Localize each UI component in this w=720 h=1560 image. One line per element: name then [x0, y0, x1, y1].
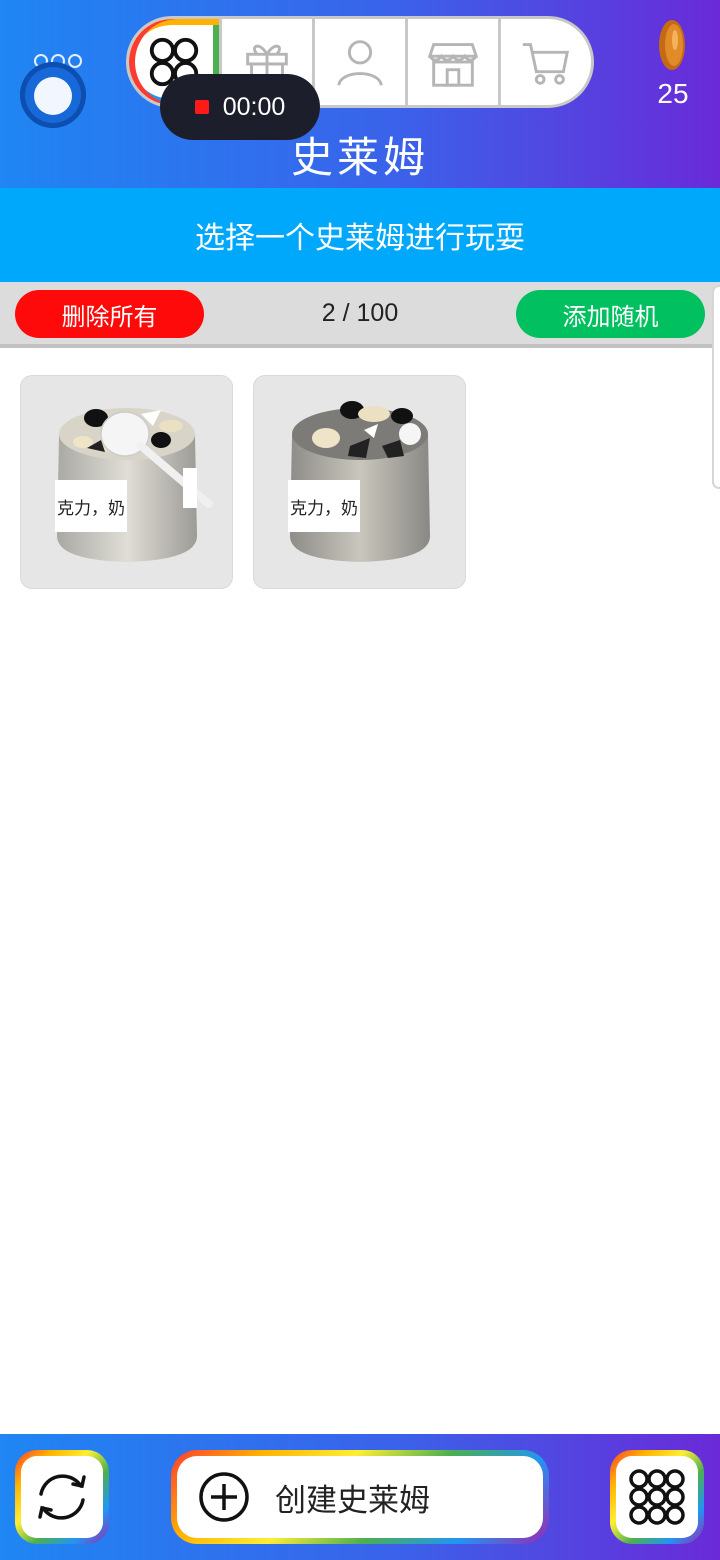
slime-jar-image: [290, 401, 430, 562]
cart-icon: [522, 43, 570, 85]
slime-jar-label: 克力，奶: [288, 480, 360, 532]
add-random-button[interactable]: 添加随机: [516, 290, 705, 338]
menu-button[interactable]: [20, 50, 88, 130]
refresh-icon: [38, 1474, 86, 1520]
record-time: 00:00: [222, 92, 286, 121]
store-icon: [427, 43, 479, 87]
tab-cart[interactable]: [498, 19, 591, 105]
coin-icon: [659, 20, 685, 70]
record-dot-icon: [194, 100, 209, 114]
side-drawer-handle[interactable]: [712, 285, 720, 489]
screen-record-indicator[interactable]: 00:00: [160, 74, 320, 140]
app-header: 25 史莱姆 00:00: [0, 0, 720, 188]
user-icon: [337, 40, 383, 86]
slime-count: 2 / 100: [321, 299, 399, 327]
instruction-text: 选择一个史莱姆进行玩耍: [195, 221, 525, 256]
coin-count: 25: [657, 78, 689, 109]
action-bar: 删除所有 2 / 100 添加随机: [0, 282, 720, 348]
create-slime-label: 创建史莱姆: [275, 1482, 430, 1519]
plus-circle-icon: [199, 1472, 249, 1522]
bottom-toolbar: 创建史莱姆: [0, 1434, 720, 1560]
menu-knob-icon: [20, 62, 86, 128]
nine-circles-icon: [629, 1469, 685, 1525]
instruction-banner: 选择一个史莱姆进行玩耍: [0, 188, 720, 282]
refresh-button[interactable]: [15, 1450, 109, 1544]
delete-all-button[interactable]: 删除所有: [15, 290, 204, 338]
slime-card[interactable]: 克力，奶: [20, 375, 233, 589]
slime-jar-image: [57, 408, 213, 562]
slime-card[interactable]: 克力，奶: [253, 375, 466, 589]
page-title: 史莱姆: [290, 133, 429, 182]
tab-shop[interactable]: [405, 19, 498, 105]
slime-jar-label: 克力，奶: [55, 480, 127, 532]
grid-menu-button[interactable]: [610, 1450, 704, 1544]
create-slime-button[interactable]: 创建史莱姆: [171, 1450, 549, 1544]
tab-profile[interactable]: [312, 19, 405, 105]
